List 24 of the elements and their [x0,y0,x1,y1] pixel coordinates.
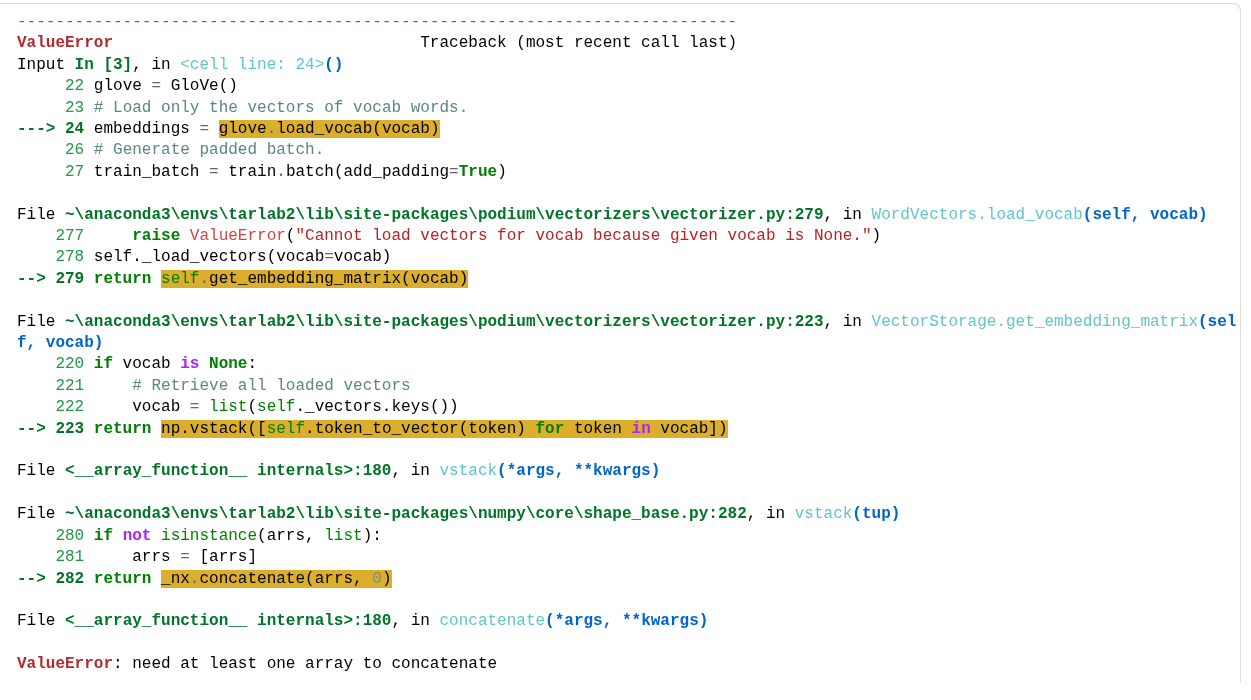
traceback-line: --> 279 return self.get_embedding_matrix(vocab) [17,268,470,290]
traceback-line: --> 223 return np.vstack([self.token_to_vector(token) for token in vocab]) [17,418,729,440]
traceback-line: --------------------------------------------------------------------------- [17,12,739,33]
traceback-line: 277 raise ValueError("Cannot load vectors for vocab because given vocab is None.") [54,226,883,248]
traceback-line: File ~\anaconda3\envs\tarlab2\lib\site-packages\numpy\core\shape_base.py:282, in vstack(tup) [17,504,902,526]
traceback-line: 23 # Load only the vectors of vocab words. [64,97,470,119]
traceback-line: 222 vocab = list(self._vectors.keys()) [54,397,460,419]
traceback-line: 22 glove = GloVe() [64,76,239,98]
traceback-line: File <__array_function__ internals>:180, in concatenate(*args, **kwargs) [17,611,710,633]
traceback-line: File ~\anaconda3\envs\tarlab2\lib\site-packages\podium\vectorizers\vectorizer.py:279, in WordVectors.load_vocab(self, vocab) [17,204,1209,226]
traceback-line: ---> 24 embeddings = glove.load_vocab(vocab) [17,119,441,141]
traceback-line: 220 if vocab is None: [54,354,259,376]
traceback-line: File ~\anaconda3\envs\tarlab2\lib\site-packages\podium\vectorizers\vectorizer.py:223, in VectorStorage.get_embedding_matrix(self, vocab) [17,311,1238,355]
traceback-line: 26 # Generate padded batch. [64,140,326,162]
traceback-line: 27 train_batch = train.batch(add_padding=True) [64,161,508,183]
traceback-line: File <__array_function__ internals>:180, in vstack(*args, **kwargs) [17,461,662,483]
traceback-line: ValueError Traceback (most recent call last) [17,33,739,55]
traceback-line: 278 self._load_vectors(vocab=vocab) [54,247,393,269]
traceback-line: --> 282 return _nx.concatenate(arrs, 0) [17,568,393,590]
traceback-line: 280 if not isinstance(arrs, list): [54,525,383,547]
traceback-line: Input In [3], in <cell line: 24>() [17,54,345,76]
traceback-line: 221 # Retrieve all loaded vectors [54,375,412,397]
traceback-line: ValueError: need at least one array to concatenate [17,654,499,676]
traceback-line: 281 arrs = [arrs] [54,547,259,569]
